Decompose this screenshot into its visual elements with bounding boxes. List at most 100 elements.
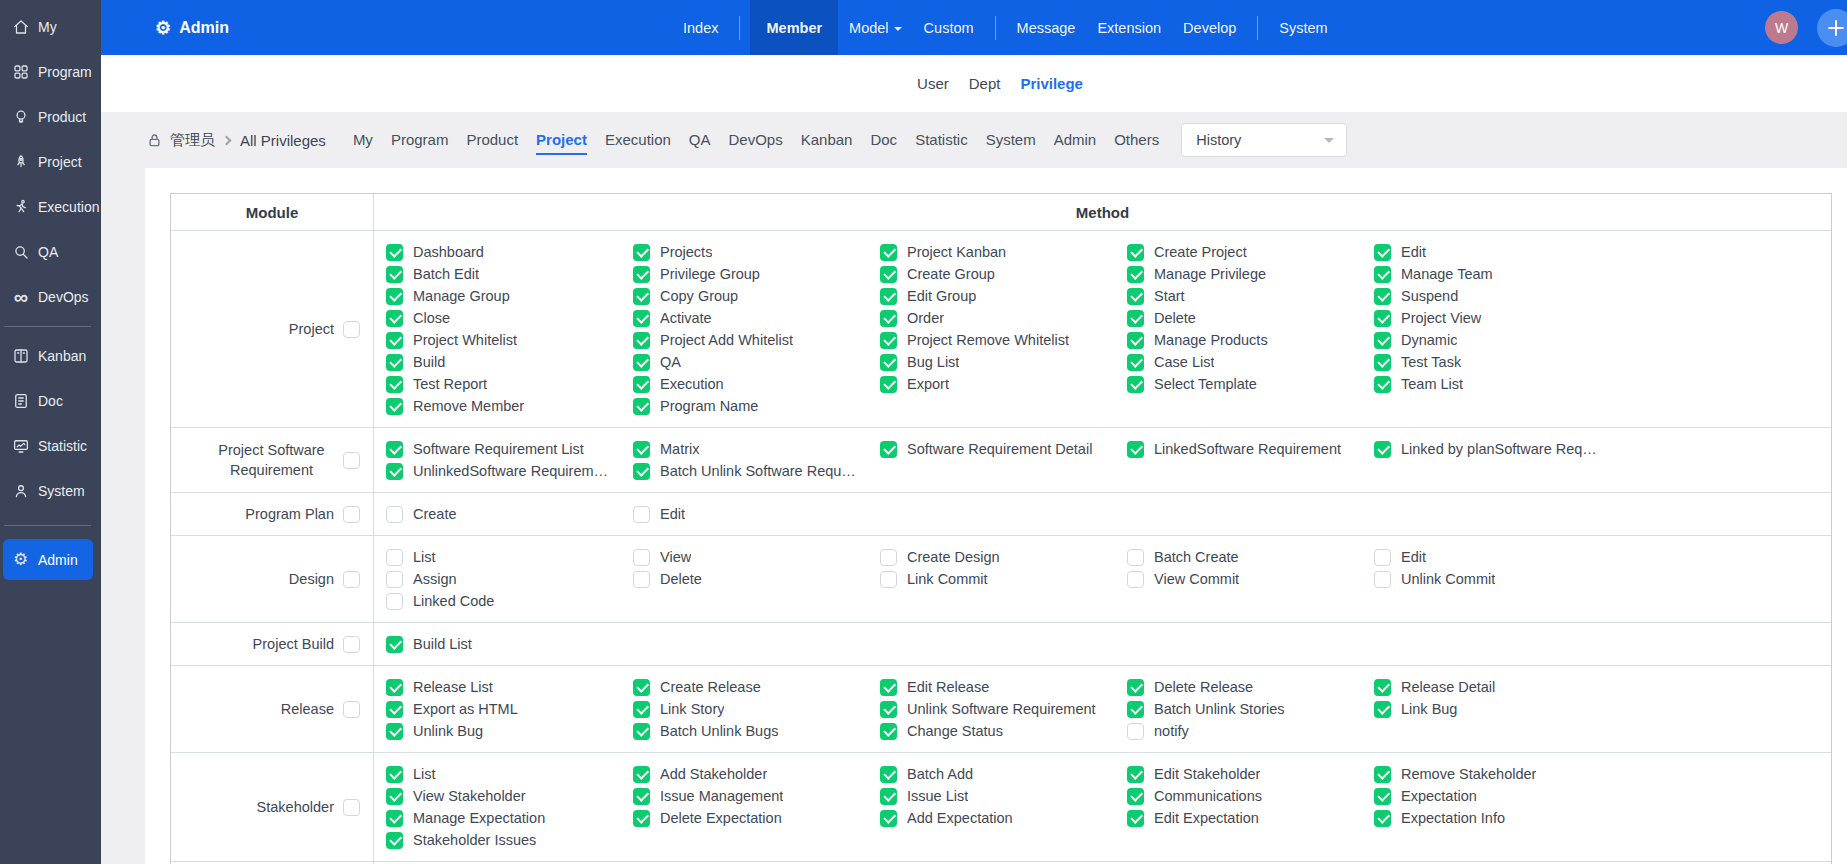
method-checkbox[interactable] [633,244,650,261]
breadcrumb-root[interactable]: 管理员 [170,131,215,150]
method-checkbox[interactable] [386,244,403,261]
method-checkbox[interactable] [386,636,403,653]
method-checkbox[interactable] [880,288,897,305]
method-checkbox[interactable] [1374,810,1391,827]
module-checkbox[interactable] [343,636,360,653]
method-checkbox[interactable] [386,376,403,393]
method-checkbox[interactable] [633,506,650,523]
method-checkbox[interactable] [1374,354,1391,371]
sidebar-item-system[interactable]: System [0,468,101,513]
method-checkbox[interactable] [386,354,403,371]
subnav-item-privilege[interactable]: Privilege [1020,75,1083,92]
method-checkbox[interactable] [1374,788,1391,805]
method-checkbox[interactable] [1127,549,1144,566]
method-checkbox[interactable] [880,354,897,371]
method-checkbox[interactable] [633,441,650,458]
method-checkbox[interactable] [633,788,650,805]
module-checkbox[interactable] [343,321,360,338]
sidebar-item-devops[interactable]: ∞DevOps [0,274,101,319]
method-checkbox[interactable] [880,549,897,566]
method-checkbox[interactable] [1127,571,1144,588]
tab-others[interactable]: Others [1114,125,1159,155]
method-checkbox[interactable] [386,701,403,718]
method-checkbox[interactable] [1374,310,1391,327]
method-checkbox[interactable] [1374,766,1391,783]
nav-item-extension[interactable]: Extension [1086,0,1172,55]
nav-item-index[interactable]: Index [672,0,729,55]
method-checkbox[interactable] [1127,679,1144,696]
tab-admin[interactable]: Admin [1054,125,1097,155]
method-checkbox[interactable] [386,549,403,566]
sidebar-item-doc[interactable]: Doc [0,378,101,423]
method-checkbox[interactable] [386,332,403,349]
tab-qa[interactable]: QA [689,125,711,155]
method-checkbox[interactable] [386,441,403,458]
tab-product[interactable]: Product [466,125,518,155]
method-checkbox[interactable] [633,549,650,566]
tab-project[interactable]: Project [536,125,587,155]
sidebar-item-product[interactable]: Product [0,94,101,139]
method-checkbox[interactable] [1127,810,1144,827]
method-checkbox[interactable] [880,788,897,805]
method-checkbox[interactable] [633,766,650,783]
module-checkbox[interactable] [343,701,360,718]
method-checkbox[interactable] [633,463,650,480]
method-checkbox[interactable] [1374,701,1391,718]
sidebar-item-statistic[interactable]: Statistic [0,423,101,468]
method-checkbox[interactable] [386,723,403,740]
method-checkbox[interactable] [386,288,403,305]
method-checkbox[interactable] [1374,441,1391,458]
tab-system[interactable]: System [986,125,1036,155]
method-checkbox[interactable] [386,593,403,610]
sidebar-item-execution[interactable]: Execution [0,184,101,229]
method-checkbox[interactable] [1374,549,1391,566]
method-checkbox[interactable] [880,701,897,718]
method-checkbox[interactable] [386,766,403,783]
method-checkbox[interactable] [1374,679,1391,696]
method-checkbox[interactable] [880,310,897,327]
tab-execution[interactable]: Execution [605,125,671,155]
method-checkbox[interactable] [386,832,403,849]
sidebar-item-admin[interactable]: ⚙Admin [3,539,93,580]
method-checkbox[interactable] [633,310,650,327]
method-checkbox[interactable] [1127,244,1144,261]
method-checkbox[interactable] [880,266,897,283]
subnav-item-user[interactable]: User [917,75,949,92]
method-checkbox[interactable] [1127,788,1144,805]
method-checkbox[interactable] [1127,701,1144,718]
method-checkbox[interactable] [633,266,650,283]
nav-item-develop[interactable]: Develop [1172,0,1247,55]
method-checkbox[interactable] [386,310,403,327]
method-checkbox[interactable] [1374,266,1391,283]
tab-doc[interactable]: Doc [870,125,897,155]
method-checkbox[interactable] [386,266,403,283]
method-checkbox[interactable] [386,398,403,415]
method-checkbox[interactable] [880,810,897,827]
method-checkbox[interactable] [1127,376,1144,393]
method-checkbox[interactable] [633,288,650,305]
nav-item-model[interactable]: Model [838,0,913,55]
method-checkbox[interactable] [1127,766,1144,783]
method-checkbox[interactable] [880,723,897,740]
method-checkbox[interactable] [1127,266,1144,283]
method-checkbox[interactable] [1127,332,1144,349]
method-checkbox[interactable] [633,571,650,588]
method-checkbox[interactable] [1374,244,1391,261]
nav-item-member[interactable]: Member [750,0,838,55]
method-checkbox[interactable] [633,376,650,393]
module-checkbox[interactable] [343,506,360,523]
method-checkbox[interactable] [386,788,403,805]
nav-item-message[interactable]: Message [1006,0,1087,55]
method-checkbox[interactable] [1374,288,1391,305]
method-checkbox[interactable] [1127,354,1144,371]
method-checkbox[interactable] [880,332,897,349]
sidebar-item-program[interactable]: Program [0,49,101,94]
tab-my[interactable]: My [353,125,373,155]
sidebar-item-kanban[interactable]: Kanban [0,333,101,378]
method-checkbox[interactable] [880,244,897,261]
nav-item-custom[interactable]: Custom [913,0,985,55]
method-checkbox[interactable] [633,332,650,349]
method-checkbox[interactable] [633,810,650,827]
sidebar-item-qa[interactable]: QA [0,229,101,274]
method-checkbox[interactable] [386,679,403,696]
